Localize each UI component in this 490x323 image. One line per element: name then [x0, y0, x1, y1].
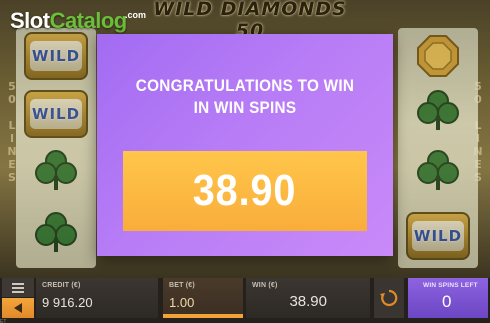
credit-panel: CREDIT (€) 9 916.20: [36, 278, 158, 318]
wild-symbol-text: WILD: [413, 227, 463, 245]
back-button[interactable]: [2, 298, 34, 318]
popup-title-line-1: CONGRATULATIONS TO WIN: [135, 76, 355, 95]
popup-title: CONGRATULATIONS TO WIN IN WIN SPINS: [112, 75, 378, 119]
bet-panel[interactable]: BET (€) 1.00: [163, 278, 243, 318]
clover-icon: [417, 90, 459, 130]
wild-symbol: WILD: [406, 212, 470, 260]
popup-title-line-2: IN WIN SPINS: [193, 98, 297, 117]
wild-symbol-text: WILD: [31, 105, 81, 123]
wild-symbol-text: WILD: [31, 47, 81, 65]
clover-symbol: [406, 146, 470, 194]
win-label: WIN (€): [252, 282, 278, 289]
win-spins-panel: WIN SPINS LEFT 0: [408, 278, 488, 318]
slotcatalog-logo: SlotCatalog .com: [10, 8, 146, 34]
corner-label: ET: [0, 319, 7, 323]
win-popup[interactable]: CONGRATULATIONS TO WIN IN WIN SPINS 38.9…: [97, 34, 393, 256]
logo-text-com: .com: [125, 10, 147, 20]
credit-label: CREDIT (€): [42, 282, 81, 289]
clover-icon: [417, 150, 459, 190]
coin-symbol: [406, 32, 470, 80]
hamburger-icon-line: [12, 286, 24, 289]
bottom-control-bar: CREDIT (€) 9 916.20 BET (€) 1.00 WIN (€)…: [0, 278, 490, 323]
reel-5: WILD: [398, 28, 478, 268]
win-amount: 38.90: [193, 166, 297, 215]
bet-value: 1.00: [169, 295, 195, 310]
clover-symbol: [406, 86, 470, 134]
win-spins-value: 0: [442, 292, 452, 311]
reel-1: WILD WILD: [16, 28, 96, 268]
arrow-left-icon: [14, 303, 22, 313]
clover-icon: [35, 150, 77, 190]
wild-symbol: WILD: [24, 32, 88, 80]
autoplay-button[interactable]: [374, 278, 404, 318]
win-amount-box: 38.90: [123, 151, 367, 231]
autoplay-icon: [380, 289, 398, 307]
clover-symbol: [24, 146, 88, 194]
hamburger-icon-line: [12, 290, 24, 293]
win-spins-label: WIN SPINS LEFT: [423, 282, 478, 289]
bet-indicator-bar: [163, 314, 243, 318]
coin-icon: [417, 35, 459, 77]
win-panel: WIN (€) 38.90: [246, 278, 370, 318]
clover-symbol: [24, 208, 88, 256]
wild-symbol: WILD: [24, 90, 88, 138]
hamburger-icon-line: [12, 282, 24, 285]
logo-text-catalog: Catalog: [49, 8, 128, 33]
win-value: 38.90: [289, 293, 327, 310]
menu-button[interactable]: [2, 278, 34, 297]
bet-label: BET (€): [169, 282, 195, 289]
clover-icon: [35, 212, 77, 252]
credit-value: 9 916.20: [42, 295, 93, 310]
logo-text-slot: Slot: [10, 8, 50, 33]
